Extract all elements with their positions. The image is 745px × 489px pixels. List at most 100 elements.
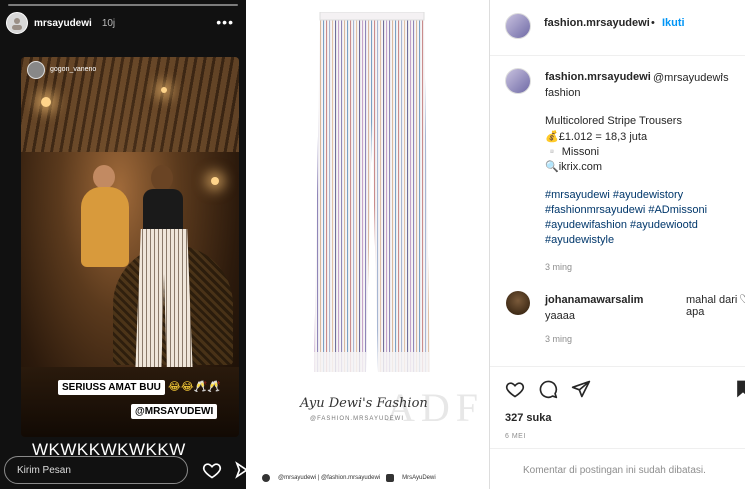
- product-price: 💰£1.012 = 18,3 juta: [545, 131, 648, 143]
- trouser-stripe: [407, 18, 409, 372]
- trousers-hem: [378, 352, 430, 372]
- text-sticker: SERIUSS AMAT BUU: [58, 380, 165, 395]
- trouser-stripe: [413, 18, 415, 372]
- story-panel: mrsayudewi 10j ••• gogon_vaneno SERIUSS …: [0, 0, 246, 489]
- story-username[interactable]: mrsayudewi: [34, 18, 92, 29]
- comment-icon[interactable]: [538, 379, 558, 399]
- trouser-stripe: [425, 18, 427, 372]
- comment-like-icon[interactable]: ♡: [739, 292, 745, 306]
- follow-button[interactable]: Ikuti: [662, 17, 685, 29]
- lamp-light: [211, 177, 219, 185]
- lamp-light: [161, 87, 167, 93]
- comments-restricted-bar: Komentar di postingan ini sudah dibatasi…: [490, 448, 745, 489]
- striped-trousers-image: [314, 12, 432, 380]
- watermark-title: Ayu Dewi's Fashion: [300, 396, 428, 411]
- person-figure: [81, 187, 129, 267]
- trousers-hem: [314, 352, 366, 372]
- product-name: Multicolored Stripe Trousers: [545, 115, 682, 127]
- caption-author-avatar[interactable]: [505, 68, 531, 94]
- comment-timestamp: 3 ming: [545, 334, 573, 344]
- like-count[interactable]: 327 suka: [505, 412, 551, 424]
- repost-avatar: [27, 61, 45, 79]
- trousers-waistband: [319, 12, 425, 21]
- watermark-handle: @FASHION.MRSAYUDEWI: [310, 416, 404, 422]
- person-head: [151, 165, 173, 191]
- trouser-stripe: [377, 18, 379, 372]
- commenter-avatar[interactable]: [506, 291, 530, 315]
- send-icon[interactable]: [234, 460, 246, 480]
- mention-sticker[interactable]: @MRSAYUDEWI: [131, 404, 218, 419]
- trouser-stripe: [368, 18, 370, 372]
- comment-text: mahal dari apa: [686, 294, 738, 318]
- post-author-avatar[interactable]: [505, 13, 531, 39]
- lamp-light: [41, 97, 51, 107]
- trouser-stripe: [365, 18, 367, 372]
- trouser-stripe: [374, 18, 376, 372]
- save-bookmark-icon[interactable]: [733, 379, 745, 399]
- caption-mention[interactable]: @mrsayudewi: [653, 72, 723, 84]
- trouser-stripe: [350, 18, 352, 372]
- story-timestamp: 10j: [101, 17, 116, 29]
- trouser-stripe: [395, 18, 397, 372]
- trouser-stripe: [359, 18, 361, 372]
- post-sidebar: fashion.mrsayudewi • Ikuti fashion.mrsay…: [490, 0, 745, 489]
- avatar-person-icon: [12, 18, 22, 30]
- story-reply-input[interactable]: Kirim Pesan: [4, 456, 188, 484]
- footer-youtube-handle: MrsAyuDewi: [402, 475, 436, 481]
- trouser-stripe: [344, 18, 346, 372]
- trouser-stripe: [383, 18, 385, 372]
- trouser-stripe: [353, 18, 355, 372]
- share-send-icon[interactable]: [571, 379, 591, 399]
- trouser-stripe: [404, 18, 406, 372]
- post-author-username[interactable]: fashion.mrsayudewi: [544, 17, 650, 29]
- trouser-stripe: [386, 18, 388, 372]
- trouser-stripe: [428, 18, 430, 372]
- trouser-stripe: [332, 18, 334, 372]
- trouser-stripe: [320, 18, 322, 372]
- hashtag-line[interactable]: #ayudewistyle: [545, 234, 614, 246]
- emoji-sticker: 😂😂🥂🥂: [168, 381, 222, 393]
- trouser-stripe: [371, 18, 373, 372]
- hashtag-line[interactable]: #fashionmrsayudewi #ADmissoni: [545, 204, 707, 216]
- trouser-stripe: [326, 18, 328, 372]
- caption-username[interactable]: fashion.mrsayudewi: [545, 71, 651, 83]
- trouser-stripe: [347, 18, 349, 372]
- separator-dot: •: [651, 17, 655, 29]
- more-options-icon[interactable]: •••: [216, 14, 234, 30]
- hashtag-line[interactable]: #mrsayudewi #ayudewistory: [545, 189, 683, 201]
- comments-restricted-text: Komentar di postingan ini sudah dibatasi…: [523, 465, 706, 476]
- trouser-stripe: [401, 18, 403, 372]
- comment-text-continued: yaaaa: [545, 310, 575, 322]
- trouser-stripe: [335, 18, 337, 372]
- commenter-username[interactable]: johanamawarsalim: [545, 294, 643, 306]
- trouser-stripe: [338, 18, 340, 372]
- story-avatar[interactable]: [6, 12, 28, 34]
- image-footer: @mrsayudewi | @fashion.mrsayudewi MrsAyu…: [262, 474, 482, 482]
- repost-username[interactable]: gogon_vaneno: [50, 66, 96, 73]
- trouser-stripe: [380, 18, 382, 372]
- story-header: mrsayudewi 10j: [6, 12, 115, 34]
- caption-text: fashion: [545, 87, 581, 99]
- instagram-screenshot: mrsayudewi 10j ••• gogon_vaneno SERIUSS …: [0, 0, 745, 489]
- like-heart-icon[interactable]: [505, 379, 525, 399]
- trouser-stripe: [362, 18, 364, 372]
- heart-icon[interactable]: [202, 460, 222, 480]
- trouser-stripe: [398, 18, 400, 372]
- youtube-icon: [386, 474, 395, 482]
- product-site: 🔍ikrix.com: [545, 161, 603, 173]
- story-progress-bar: [8, 4, 238, 6]
- hashtag-line[interactable]: #ayudewifashion #ayudewiootd: [545, 219, 698, 231]
- trouser-stripe: [323, 18, 325, 372]
- trouser-stripe: [329, 18, 331, 372]
- trouser-stripe: [431, 12, 432, 380]
- trouser-stripe: [422, 18, 424, 372]
- caption-mention-suffix: 's: [721, 72, 729, 84]
- footer-instagram-handles: @mrsayudewi | @fashion.mrsayudewi: [278, 475, 381, 481]
- person-head: [93, 165, 115, 189]
- post-header: fashion.mrsayudewi • Ikuti: [490, 0, 745, 56]
- post-image[interactable]: ADF Ayu Dewi's Fashion @FASHION.MRSAYUDE…: [246, 0, 490, 489]
- trouser-stripe: [314, 18, 316, 372]
- trouser-stripe: [356, 18, 358, 372]
- trouser-stripe: [341, 18, 343, 372]
- floor-shadow: [21, 367, 239, 437]
